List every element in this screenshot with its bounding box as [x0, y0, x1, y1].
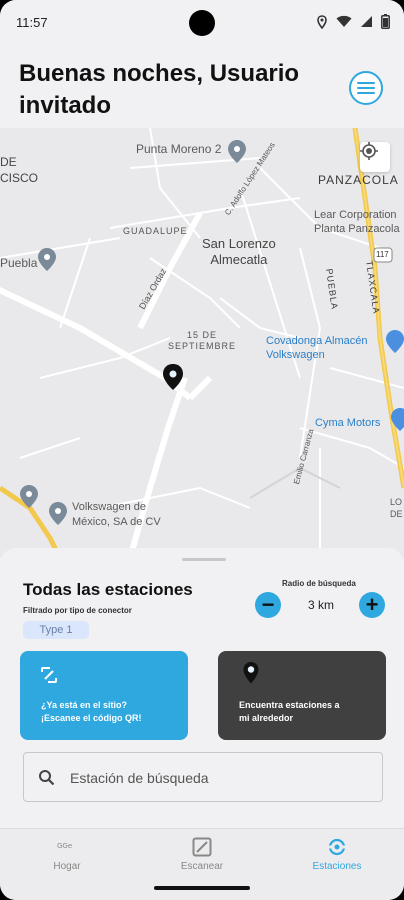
map-label-san-lorenzo: San Lorenzo Almecatla [202, 236, 276, 267]
map-label-puebla-place: Puebla [0, 256, 38, 270]
search-icon [38, 769, 55, 791]
sheet-drag-handle[interactable] [182, 558, 226, 561]
my-location-button[interactable] [360, 142, 390, 172]
menu-button[interactable] [349, 71, 383, 105]
map-label-cyma: Cyma Motors [315, 417, 381, 429]
crosshair-icon [360, 142, 378, 160]
scan-qr-card-text: ¿Ya está en el sitio? ¡Escanee el código… [41, 700, 142, 723]
station-search-field[interactable]: Estación de búsqueda [23, 752, 383, 802]
stations-icon [326, 837, 348, 862]
header: Buenas noches, Usuario invitado [0, 44, 404, 128]
camera-cutout [189, 10, 215, 36]
map-label-panzacola: PANZACOLA [318, 173, 399, 187]
gesture-area [0, 880, 404, 900]
connector-type-chip[interactable]: Type 1 [23, 621, 89, 639]
hamburger-menu-icon [357, 82, 375, 94]
map-label-lo: LO DE [390, 497, 403, 519]
map-label-punta-moreno: Punta Moreno 2 [136, 142, 222, 156]
bottom-navigation: GGe Hogar Escanear Estaciones [0, 828, 404, 880]
nearby-stations-card-text: Encuentra estaciones a mi alrededor [239, 700, 340, 723]
station-pin-icon [242, 661, 260, 690]
radius-value: 3 km [307, 598, 334, 612]
map-label-covadonga: Covadonga Almacén Volkswagen [266, 335, 368, 361]
location-icon [316, 14, 328, 29]
all-stations-title: Todas las estaciones [23, 580, 193, 599]
radius-caption: Radio de búsqueda [282, 579, 356, 588]
nearby-stations-card[interactable]: Encuentra estaciones a mi alrededor [218, 651, 386, 740]
svg-text:GGe: GGe [57, 842, 72, 850]
scan-icon [192, 837, 212, 862]
radius-increase-button[interactable]: + [359, 592, 385, 618]
search-placeholder: Estación de búsqueda [70, 770, 209, 786]
scan-qr-card[interactable]: ¿Ya está en el sitio? ¡Escanee el código… [20, 651, 188, 740]
map-view[interactable]: DE CISCO Punta Moreno 2 PANZACOLA GUADAL… [0, 128, 404, 558]
scan-icon [40, 666, 58, 689]
nav-item-stations[interactable]: Estaciones [270, 829, 404, 881]
home-icon: GGe [57, 837, 77, 855]
nav-label-scan: Escanear [180, 861, 224, 872]
map-label-117: 117 [376, 250, 389, 259]
map-label-lear: Lear Corporation Planta Panzacola [314, 209, 400, 235]
map-label-de-cisco: DE CISCO [0, 155, 39, 185]
status-bar: 11:57 [0, 0, 404, 44]
map-label-15-septiembre: 15 DE SEPTIEMBRE [168, 330, 237, 351]
greeting-title: Buenas noches, Usuario invitado [19, 60, 300, 119]
status-icons [316, 14, 390, 29]
status-time: 11:57 [16, 15, 48, 30]
nav-label-stations: Estaciones [312, 861, 362, 872]
nav-item-scan[interactable]: Escanear [135, 829, 269, 881]
filter-caption: Filtrado por tipo de conector [23, 606, 132, 615]
nav-item-home[interactable]: GGe Hogar [0, 829, 134, 881]
map-label-guadalupe: GUADALUPE [123, 226, 188, 236]
app-screen: 11:57 Buenas noches, Usuario invitado DE… [0, 0, 404, 900]
battery-icon [381, 14, 390, 29]
bottom-sheet: Todas las estaciones Filtrado por tipo d… [0, 548, 404, 828]
wifi-icon [336, 15, 352, 28]
signal-icon [360, 15, 373, 28]
nav-label-home: Hogar [53, 861, 81, 872]
gesture-bar[interactable] [154, 886, 250, 890]
map-label-vw-mexico: Volkswagen de México, SA de CV [72, 501, 161, 528]
radius-decrease-button[interactable]: − [255, 592, 281, 618]
